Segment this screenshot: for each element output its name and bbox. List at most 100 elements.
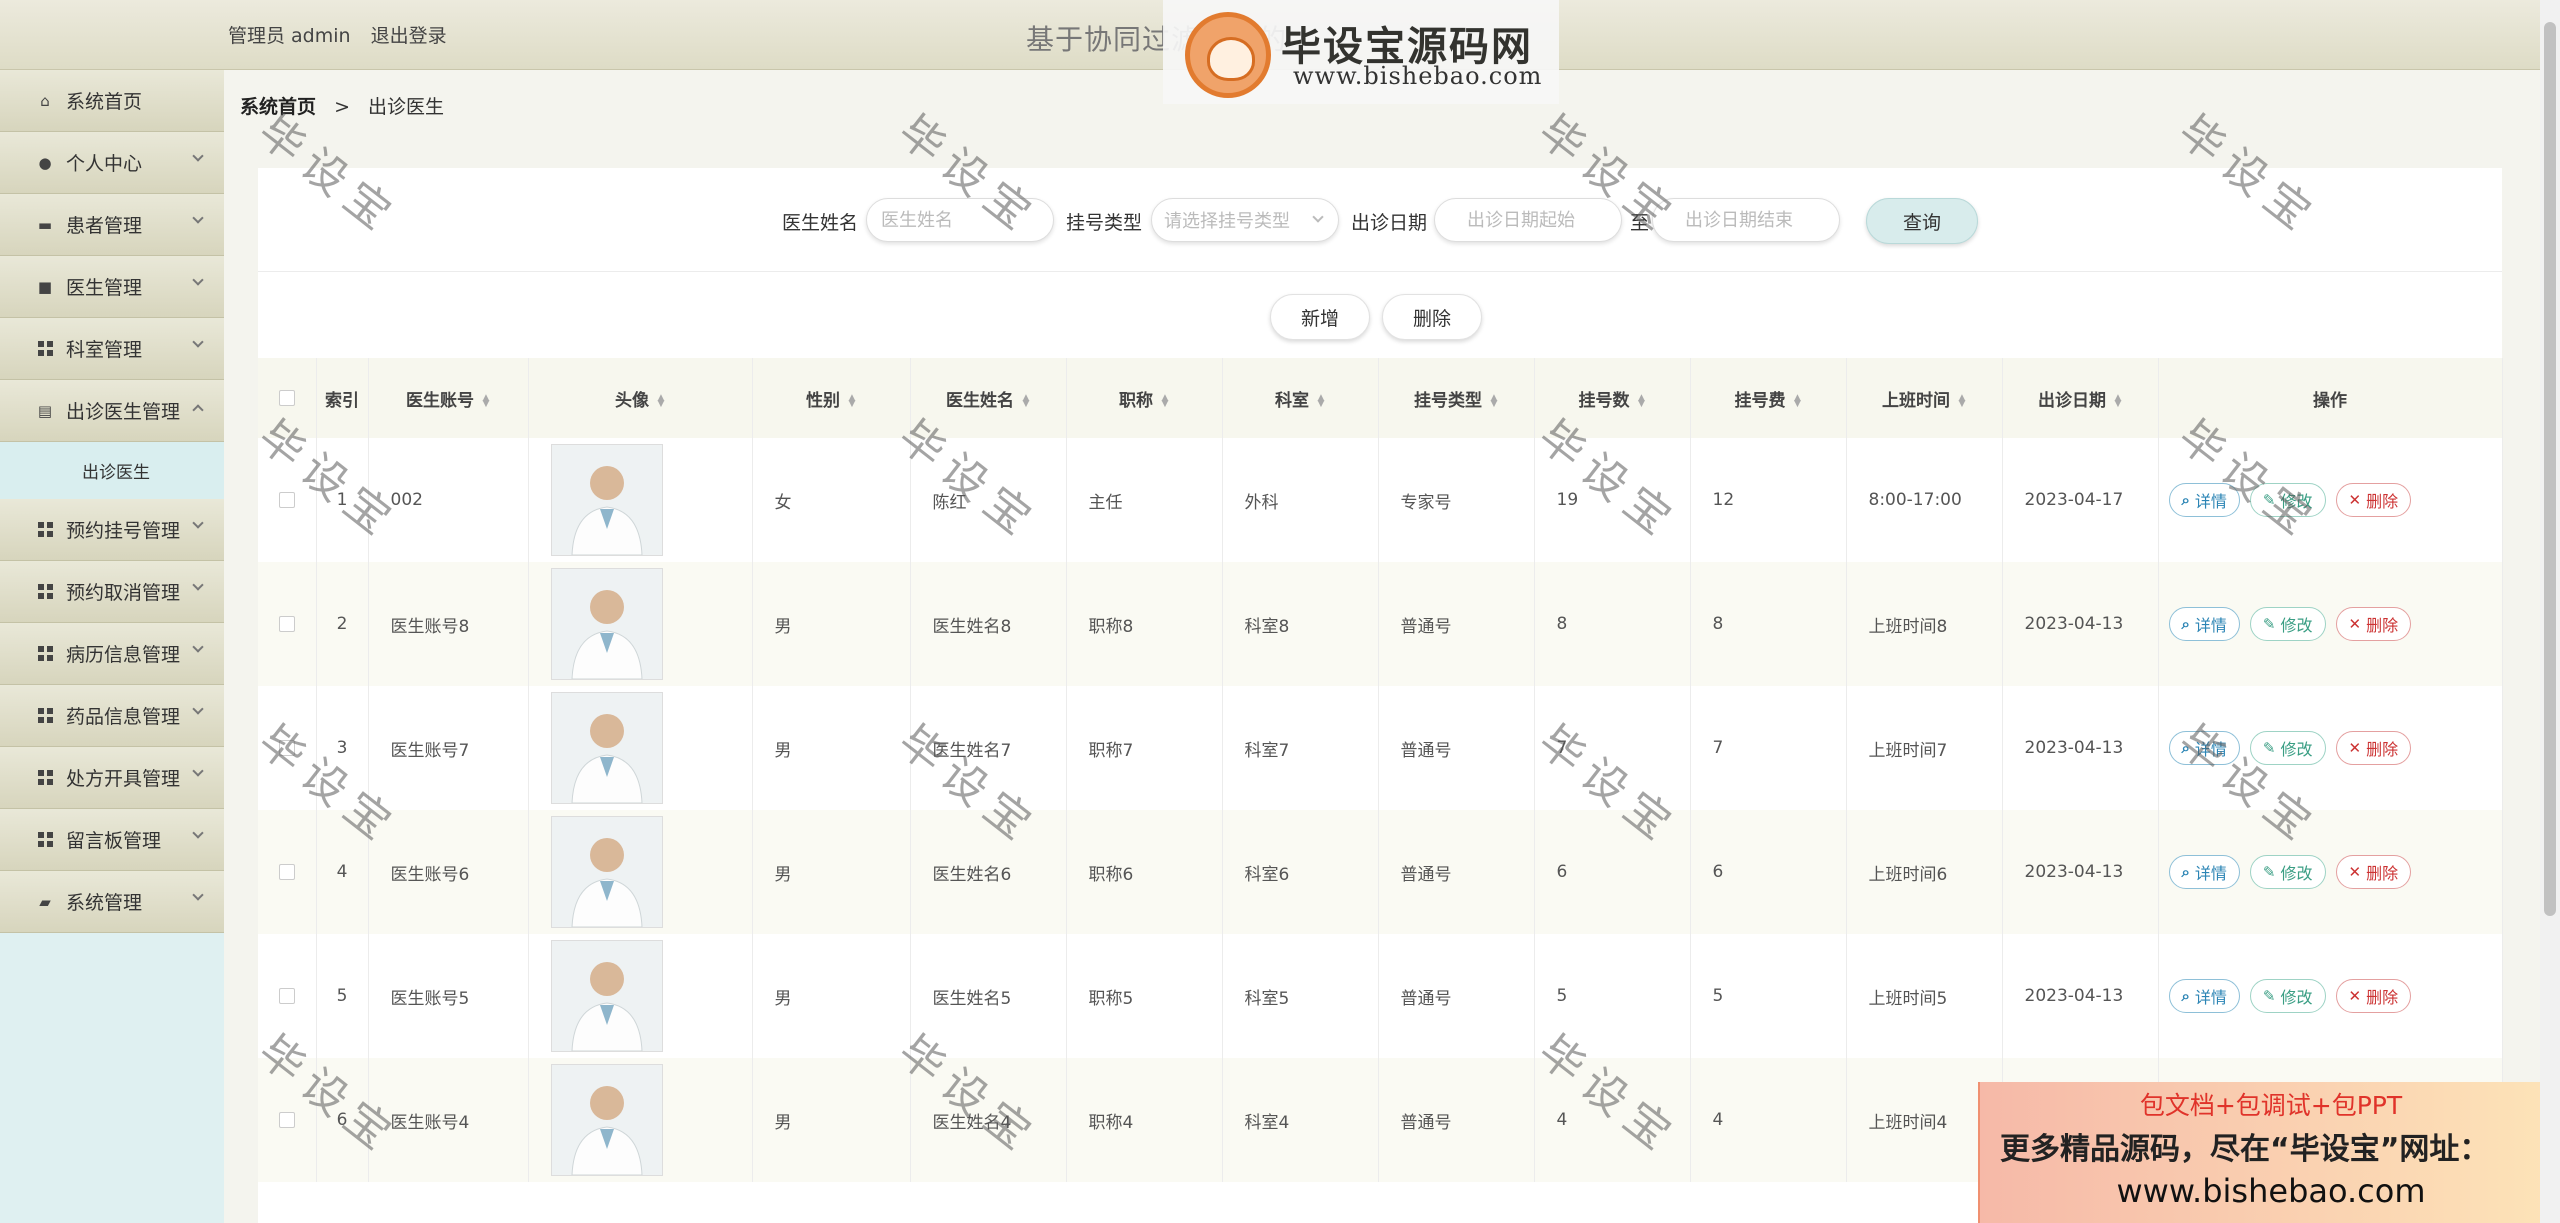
- search-icon: ⌕: [2181, 987, 2190, 1005]
- row-select-cell[interactable]: [258, 438, 317, 562]
- cell-hours: 上班时间5: [1846, 934, 2003, 1058]
- edit-button[interactable]: ✎修改: [2249, 855, 2326, 889]
- sort-icon: ▲ ▼: [1638, 392, 1645, 409]
- column-header[interactable]: 上班时间 ▲ ▼: [1846, 358, 2003, 438]
- edit-button[interactable]: ✎修改: [2249, 483, 2326, 517]
- delete-button-label: 删除: [2366, 740, 2399, 759]
- column-header[interactable]: 挂号类型 ▲ ▼: [1378, 358, 1535, 438]
- grid-icon: [36, 583, 54, 601]
- table-row[interactable]: 5 医生账号5 男医生姓名5 职称5 科室5 普通号 5 5 上班时间5 2023-04-13 ⌕ 详…: [258, 934, 2503, 1058]
- sort-icon: ▲ ▼: [1794, 392, 1801, 409]
- sidebar-item-visiting-doctors[interactable]: ▤ 出诊医生管理: [0, 380, 224, 442]
- row-actions: ⌕详情 ✎修改 ✕删除: [2158, 934, 2503, 1058]
- row-checkbox[interactable]: [278, 1112, 295, 1128]
- sidebar-item-patients[interactable]: ▬ 患者管理: [0, 194, 224, 256]
- scrollbar-thumb[interactable]: [2544, 22, 2556, 916]
- date-start-input[interactable]: [1434, 198, 1622, 242]
- detail-button[interactable]: ⌕详情: [2168, 607, 2240, 641]
- table-row[interactable]: 4 医生账号6 男医生姓名6 职称6 科室6 普通号 6 6 上班时间6 2023-04-13 ⌕ 详…: [258, 810, 2503, 934]
- breadcrumb-home[interactable]: 系统首页: [240, 96, 316, 118]
- sort-icon: ▲ ▼: [1958, 392, 1966, 409]
- edit-button[interactable]: ✎修改: [2249, 731, 2326, 765]
- reg-type-select[interactable]: 请选择挂号类型: [1151, 198, 1339, 242]
- table-row[interactable]: 1 002 女陈红 主任 外科 专家号 19 12 8:00-17:00 2023-04-17 ⌕ 详…: [258, 438, 2503, 562]
- detail-button-label: 详情: [2194, 740, 2227, 759]
- column-header[interactable]: 医生姓名 ▲ ▼: [910, 358, 1067, 438]
- doctor-name-input[interactable]: [866, 198, 1054, 242]
- detail-button[interactable]: ⌕详情: [2168, 979, 2240, 1013]
- detail-button[interactable]: ⌕详情: [2168, 731, 2240, 765]
- cell-date: 2023-04-13: [2002, 562, 2159, 686]
- chevron-down-icon: [192, 517, 204, 529]
- sidebar-item-home[interactable]: ⌂ 系统首页: [0, 70, 224, 132]
- column-header[interactable]: 职称 ▲ ▼: [1066, 358, 1223, 438]
- delete-button[interactable]: ✕删除: [2335, 979, 2412, 1013]
- row-checkbox[interactable]: [278, 492, 295, 508]
- sidebar-item-drugs[interactable]: 药品信息管理: [0, 685, 224, 747]
- cell-name: 医生姓名7: [910, 686, 1067, 810]
- sort-icon: ▲ ▼: [1161, 392, 1169, 409]
- detail-button[interactable]: ⌕详情: [2168, 483, 2240, 517]
- delete-button[interactable]: ✕删除: [2335, 483, 2412, 517]
- delete-button[interactable]: ✕删除: [2335, 855, 2412, 889]
- sidebar-item-personal-center[interactable]: ● 个人中心: [0, 132, 224, 194]
- select-all-checkbox[interactable]: [278, 390, 295, 406]
- row-checkbox[interactable]: [278, 988, 295, 1004]
- delete-button[interactable]: ✕删除: [2335, 731, 2412, 765]
- sort-icon: ▲ ▼: [482, 392, 490, 409]
- sidebar-subitem-visiting-doctor[interactable]: 出诊医生: [0, 442, 224, 499]
- row-select-cell[interactable]: [258, 1058, 317, 1182]
- breadcrumb: 系统首页 > 出诊医生: [240, 92, 444, 119]
- sidebar-item-doctors[interactable]: ■ 医生管理: [0, 256, 224, 318]
- main-panel: 医生姓名 挂号类型 请选择挂号类型 出诊日期 至 查询 新增 删除 索引 医生: [258, 168, 2503, 1223]
- cell-gender: 男: [752, 562, 911, 686]
- column-header[interactable]: 医生账号 ▲ ▼: [368, 358, 529, 438]
- row-select-cell[interactable]: [258, 562, 317, 686]
- column-header[interactable]: 挂号数 ▲ ▼: [1534, 358, 1691, 438]
- table-row[interactable]: 3 医生账号7 男医生姓名7 职称7 科室7 普通号 7 7 上班时间7 2023-04-13 ⌕ 详…: [258, 686, 2503, 810]
- sidebar-item-departments[interactable]: 科室管理: [0, 318, 224, 380]
- sidebar-item-cancellations[interactable]: 预约取消管理: [0, 561, 224, 623]
- sidebar-item-label: 系统管理: [66, 892, 143, 914]
- doctor-avatar: [550, 692, 663, 804]
- page-scrollbar[interactable]: [2540, 0, 2560, 1223]
- sidebar-item-system[interactable]: ▰ 系统管理: [0, 871, 224, 933]
- sidebar-item-prescriptions[interactable]: 处方开具管理: [0, 747, 224, 809]
- avatar-cell: [528, 934, 753, 1058]
- select-all-header[interactable]: [258, 358, 317, 438]
- sidebar-item-message-board[interactable]: 留言板管理: [0, 809, 224, 871]
- column-header[interactable]: 性别 ▲ ▼: [752, 358, 911, 438]
- detail-button[interactable]: ⌕详情: [2168, 855, 2240, 889]
- reg-type-placeholder: 请选择挂号类型: [1164, 211, 1290, 232]
- row-select-cell[interactable]: [258, 934, 317, 1058]
- sidebar-item-label: 预约挂号管理: [66, 520, 181, 542]
- column-header[interactable]: 挂号费 ▲ ▼: [1690, 358, 1847, 438]
- row-checkbox[interactable]: [278, 740, 295, 756]
- row-select-cell[interactable]: [258, 686, 317, 810]
- site-logo: 毕设宝源码网 www.bishebao.com: [1163, 0, 1559, 104]
- column-header[interactable]: 出诊日期 ▲ ▼: [2002, 358, 2159, 438]
- query-button[interactable]: 查询: [1866, 198, 1978, 244]
- detail-button-label: 详情: [2194, 864, 2227, 883]
- add-button[interactable]: 新增: [1270, 294, 1370, 340]
- logout-link[interactable]: 退出登录: [371, 25, 447, 47]
- row-checkbox[interactable]: [278, 864, 295, 880]
- cell-count: 4: [1534, 1058, 1691, 1182]
- edit-button[interactable]: ✎修改: [2249, 979, 2326, 1013]
- sidebar-item-appointments[interactable]: 预约挂号管理: [0, 499, 224, 561]
- cell-count: 7: [1534, 686, 1691, 810]
- cell-gender: 男: [752, 686, 911, 810]
- delete-button[interactable]: ✕删除: [2335, 607, 2412, 641]
- row-checkbox[interactable]: [278, 616, 295, 632]
- column-header[interactable]: 头像 ▲ ▼: [528, 358, 753, 438]
- close-icon: ✕: [2348, 615, 2362, 633]
- chevron-down-icon: [192, 827, 204, 839]
- column-header[interactable]: 索引: [316, 358, 369, 438]
- edit-button[interactable]: ✎修改: [2249, 607, 2326, 641]
- sidebar-item-medical-records[interactable]: 病历信息管理: [0, 623, 224, 685]
- batch-delete-button[interactable]: 删除: [1382, 294, 1482, 340]
- row-select-cell[interactable]: [258, 810, 317, 934]
- table-row[interactable]: 2 医生账号8 男医生姓名8 职称8 科室8 普通号 8 8 上班时间8 2023-04-13 ⌕ 详…: [258, 562, 2503, 686]
- date-end-input[interactable]: [1652, 198, 1840, 242]
- column-header[interactable]: 科室 ▲ ▼: [1222, 358, 1379, 438]
